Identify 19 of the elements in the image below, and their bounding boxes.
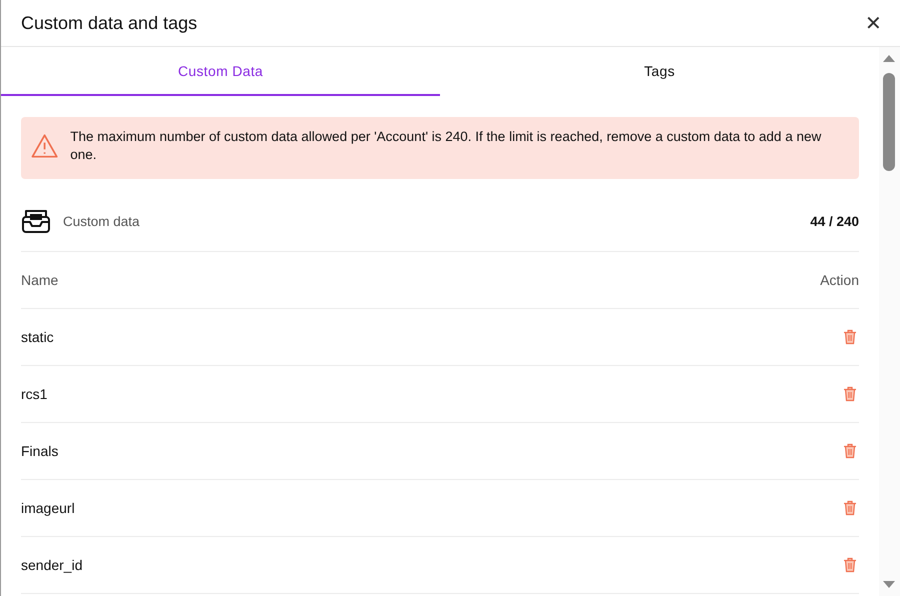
trash-icon[interactable] [843,443,857,459]
column-header: Action [820,272,859,288]
trash-icon[interactable] [843,557,857,573]
table-cell: rcs1 [21,386,48,402]
count-text: 44 / 240 [810,214,859,228]
warning-icon [31,133,58,159]
scrollbar[interactable] [879,47,900,596]
column-header: Name [21,272,58,288]
trash-icon[interactable] [843,329,857,345]
dialog-title: Custom data and tags [21,12,198,34]
table-cell: imageurl [21,500,75,516]
table-cell: Finals [21,443,58,459]
inbox-tray-icon [21,208,51,234]
summary-label: Custom data [63,214,140,228]
alert-message: The maximum number of custom data allowed per 'Account' is 240. If the limit is reached, remove a custom data to add a new one. [70,128,822,164]
table-cell: static [21,329,54,345]
trash-icon[interactable] [843,500,857,516]
trash-icon[interactable] [843,386,857,402]
table-cell: sender_id [21,557,82,573]
